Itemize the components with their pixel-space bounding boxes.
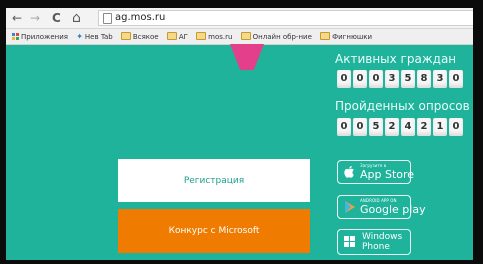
folder-icon (320, 32, 331, 40)
windows-phone-badge[interactable]: Windows Phone (337, 229, 411, 255)
folder-icon (240, 32, 251, 40)
counter-digit: 5 (401, 70, 415, 88)
bookmark-folder-online[interactable]: Онлайн обр-ние (240, 30, 312, 44)
microsoft-contest-button[interactable]: Конкурс с Microsoft (118, 209, 310, 253)
counter-digit: 1 (433, 118, 447, 136)
counter-digit: 3 (433, 70, 447, 88)
windows-icon (344, 236, 355, 247)
counter-digit: 0 (353, 118, 367, 136)
bookmark-folder-ag[interactable]: АГ (166, 30, 188, 44)
folder-icon (196, 32, 207, 40)
home-button[interactable]: ⌂ (72, 8, 81, 28)
counter-digit: 5 (369, 118, 383, 136)
google-play-label: Google play (360, 203, 426, 216)
page-icon (103, 13, 112, 24)
counter-digit: 2 (385, 118, 399, 136)
browser-window: ← → C ⌂ ag.mos.ru Приложения ✦ Нев Tab Вс… (6, 8, 477, 260)
logo-shape (230, 44, 264, 70)
bookmark-folder-mos[interactable]: mos.ru (196, 30, 232, 44)
folder-icon (120, 32, 131, 40)
windows-phone-label: Windows Phone (362, 232, 403, 252)
screen-edge (473, 0, 483, 264)
counter-digit: 8 (417, 70, 431, 88)
url-text: ag.mos.ru (115, 12, 166, 23)
google-play-badge[interactable]: ANDROID APP ON Google play (337, 195, 426, 219)
folder-icon (166, 32, 177, 40)
active-citizens-title: Активных граждан (335, 52, 457, 66)
address-bar-row: ← → C ⌂ ag.mos.ru (6, 8, 477, 29)
back-button[interactable]: ← (12, 8, 22, 28)
counter-digit: 3 (385, 70, 399, 88)
forward-button[interactable]: → (30, 8, 40, 28)
apps-grid-icon (12, 33, 19, 40)
app-store-label: App Store (360, 168, 415, 181)
bookmark-apps[interactable]: Приложения (12, 30, 68, 44)
counter-digit: 0 (353, 70, 367, 88)
counter-digit: 0 (337, 118, 351, 136)
bookmark-folder-misc[interactable]: Всякое (120, 30, 159, 44)
polls-completed-counter: 0 0 5 2 4 2 1 0 (337, 118, 465, 136)
polls-completed-title: Пройденных опросов (335, 99, 470, 113)
bookmark-folder-fun[interactable]: Фигнюшки (320, 30, 372, 44)
app-store-badge[interactable]: Загрузите в App Store (337, 160, 415, 184)
url-input[interactable]: ag.mos.ru (98, 10, 477, 26)
bookmark-new-tab[interactable]: ✦ Нев Tab (76, 29, 112, 44)
bookmarks-bar: Приложения ✦ Нев Tab Всякое АГ mos.ru Онл… (6, 29, 477, 45)
counter-digit: 0 (449, 70, 463, 88)
bookmark-star-icon: ✦ (76, 32, 83, 41)
counter-digit: 0 (369, 70, 383, 88)
counter-digit: 0 (337, 70, 351, 88)
counter-digit: 4 (401, 118, 415, 136)
counter-digit: 0 (449, 118, 463, 136)
reload-button[interactable]: C (52, 8, 61, 28)
google-play-icon (345, 201, 355, 213)
active-citizens-counter: 0 0 0 3 5 8 3 0 (337, 70, 465, 88)
counter-digit: 2 (417, 118, 431, 136)
register-button[interactable]: Регистрация (118, 159, 310, 202)
apple-icon (344, 166, 354, 178)
